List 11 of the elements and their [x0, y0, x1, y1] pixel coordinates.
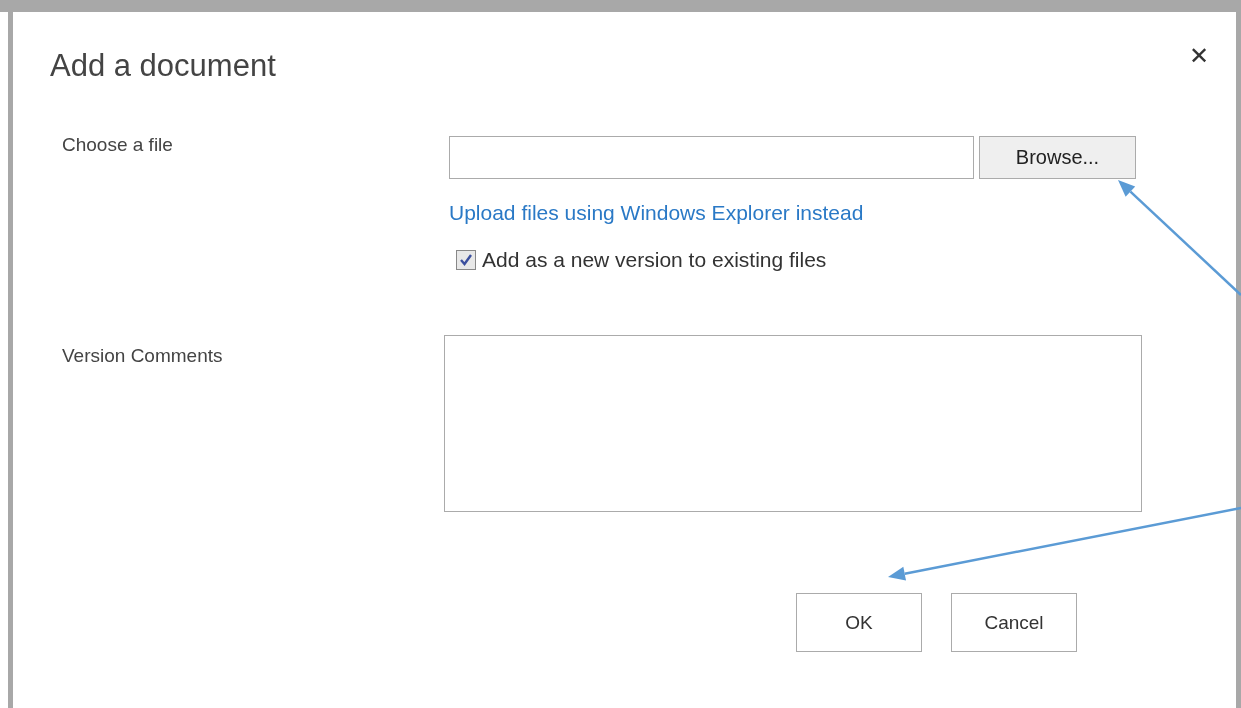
field-label: Choose a file — [62, 134, 174, 157]
browse-button[interactable]: Browse... — [979, 136, 1136, 179]
file-field[interactable] — [449, 136, 974, 179]
ok-button[interactable]: OK — [796, 593, 922, 652]
checkbox-label: Add as a new version to existing files — [482, 248, 827, 272]
upload-link[interactable]: Upload files using Windows Explorer instead — [449, 201, 864, 225]
checkbox[interactable] — [456, 250, 476, 270]
cancel-button[interactable]: Cancel — [951, 593, 1077, 652]
comments-field[interactable] — [444, 335, 1142, 512]
dialog-title: Add a document — [50, 48, 276, 84]
field-label: Version Comments — [62, 345, 224, 368]
